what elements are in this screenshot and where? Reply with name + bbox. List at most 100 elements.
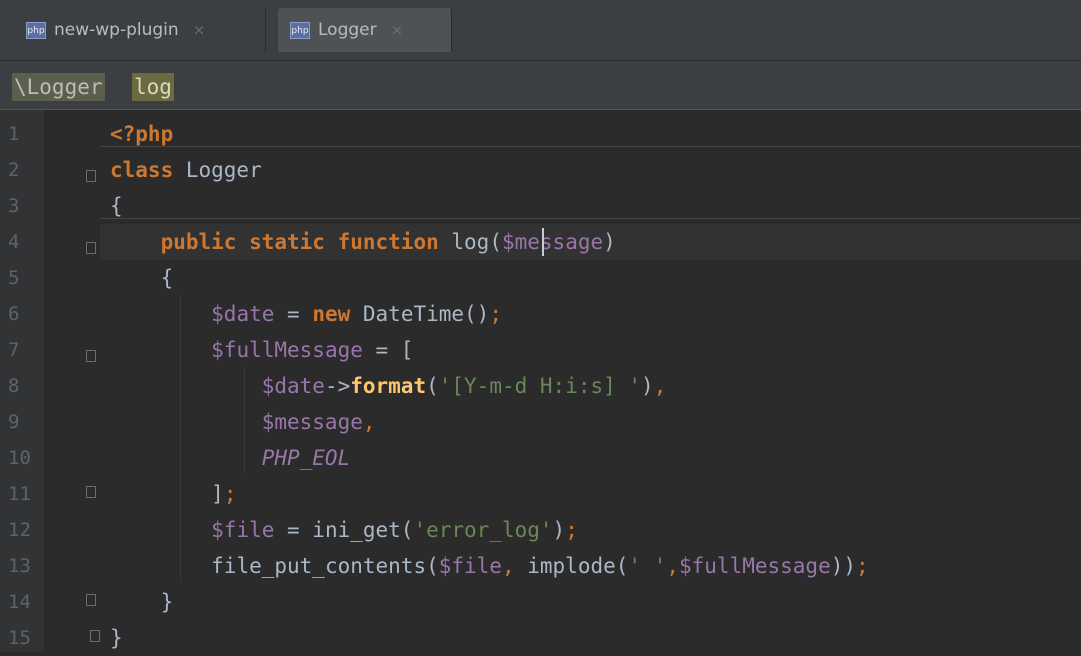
- code-line-4: public static function log($message): [110, 224, 616, 260]
- line-number: 15: [8, 627, 31, 649]
- fold-marker-icon[interactable]: [86, 594, 96, 606]
- variable: $file: [211, 518, 275, 542]
- code-line-15: }: [110, 620, 123, 656]
- paren: (: [426, 374, 439, 398]
- function-name: log: [451, 230, 490, 254]
- line-number: 7: [8, 339, 20, 361]
- line-number: 11: [8, 483, 31, 505]
- text-caret: [542, 228, 544, 256]
- brace: }: [110, 626, 123, 650]
- tab-label: Logger: [318, 20, 377, 40]
- string: '[Y-m-d H:i:s] ': [438, 374, 642, 398]
- line-number: 3: [8, 195, 20, 217]
- keyword: new: [312, 302, 351, 326]
- variable: $file: [438, 554, 502, 578]
- breadcrumb-class[interactable]: \Logger: [12, 73, 105, 101]
- comma: ,: [653, 374, 667, 398]
- close-icon[interactable]: ×: [193, 21, 206, 39]
- code-line-14: }: [110, 584, 174, 620]
- expression: = [: [362, 338, 414, 362]
- paren: ): [552, 518, 566, 542]
- semicolon: ;: [856, 554, 869, 578]
- keyword: public static function: [160, 230, 439, 254]
- php-file-icon: php: [26, 21, 46, 39]
- breadcrumb: \Logger log: [0, 61, 1081, 110]
- php-file-icon: php: [290, 21, 310, 39]
- code-line-10: PHP_EOL: [110, 440, 351, 476]
- function-call: file_put_contents(: [211, 554, 439, 578]
- paren: ): [641, 374, 654, 398]
- operator: =: [274, 302, 313, 326]
- code-line-1: <?php: [110, 116, 173, 152]
- tab-logger[interactable]: php Logger ×: [278, 8, 452, 52]
- line-number: 4: [8, 231, 20, 253]
- class-name: Logger: [173, 158, 262, 182]
- constant: PHP_EOL: [261, 446, 351, 470]
- bracket: ]: [211, 482, 224, 506]
- brace: }: [110, 590, 174, 614]
- semicolon: ;: [223, 482, 237, 506]
- line-number: 1: [8, 123, 20, 145]
- comma: ,: [666, 554, 679, 578]
- paren: )): [830, 554, 857, 578]
- editor-tab-bar: php new-wp-plugin × php Logger ×: [0, 0, 1081, 61]
- code-line-11: ];: [110, 476, 236, 512]
- fold-marker-icon[interactable]: [86, 486, 96, 498]
- code-line-2: class Logger: [110, 152, 262, 188]
- function-call: implode(: [514, 554, 629, 578]
- variable: $fullMessage: [211, 338, 363, 362]
- string: ' ': [628, 554, 667, 578]
- code-line-9: $message,: [110, 404, 376, 440]
- code-line-8: $date->format('[Y-m-d H:i:s] '),: [110, 368, 667, 404]
- line-number: 13: [8, 555, 31, 577]
- breadcrumb-method[interactable]: log: [132, 73, 174, 101]
- expression: = ini_get(: [274, 518, 414, 542]
- line-number: 12: [8, 519, 31, 541]
- line-number: 5: [8, 267, 20, 289]
- comma: ,: [362, 410, 376, 434]
- method-name: format: [350, 374, 427, 398]
- fold-marker-icon[interactable]: [86, 170, 96, 182]
- divider: [100, 218, 1081, 219]
- divider: [100, 146, 1081, 147]
- semicolon: ;: [489, 302, 502, 326]
- code-line-12: $file = ini_get('error_log');: [110, 512, 578, 548]
- brace: {: [110, 194, 123, 218]
- semicolon: ;: [565, 518, 578, 542]
- fold-gutter: [44, 110, 100, 652]
- line-number: 2: [8, 159, 20, 181]
- line-number: 10: [8, 447, 31, 469]
- variable: $date: [211, 302, 275, 326]
- variable: $message: [501, 230, 604, 254]
- fold-marker-icon[interactable]: [90, 630, 100, 642]
- close-icon[interactable]: ×: [391, 21, 404, 39]
- line-number: 14: [8, 591, 31, 613]
- brace: {: [110, 266, 174, 290]
- string: 'error_log': [413, 518, 553, 542]
- fold-marker-icon[interactable]: [86, 242, 96, 254]
- code-line-7: $fullMessage = [: [110, 332, 413, 368]
- expression: DateTime(): [350, 302, 490, 326]
- line-number: 9: [8, 411, 20, 433]
- line-number: 6: [8, 303, 20, 325]
- keyword: class: [110, 158, 174, 182]
- tab-new-wp-plugin[interactable]: php new-wp-plugin ×: [14, 8, 266, 52]
- comma: ,: [501, 554, 515, 578]
- variable: $fullMessage: [679, 554, 831, 578]
- line-number-gutter: 1 2 3 4 5 6 7 8 9 10 11 12 13 14 15: [0, 110, 44, 652]
- code-line-3: {: [110, 188, 123, 224]
- code-line-6: $date = new DateTime();: [110, 296, 502, 332]
- code-line-5: {: [110, 260, 174, 296]
- operator: ->: [324, 374, 351, 398]
- fold-marker-icon[interactable]: [86, 350, 96, 362]
- tab-label: new-wp-plugin: [54, 20, 179, 40]
